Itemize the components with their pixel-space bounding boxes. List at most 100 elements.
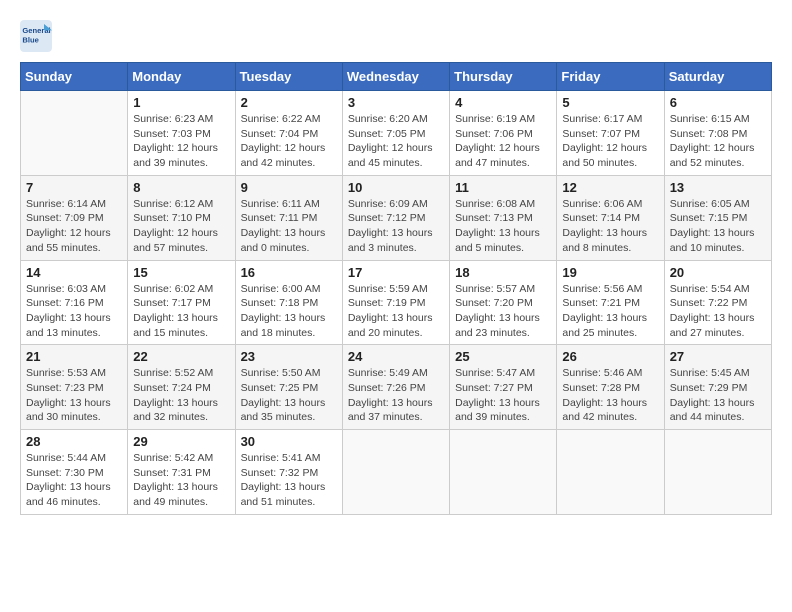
day-number: 23: [241, 349, 337, 364]
weekday-row: SundayMondayTuesdayWednesdayThursdayFrid…: [21, 63, 772, 91]
day-info: Sunrise: 6:09 AM Sunset: 7:12 PM Dayligh…: [348, 197, 444, 256]
day-info: Sunrise: 6:22 AM Sunset: 7:04 PM Dayligh…: [241, 112, 337, 171]
weekday-header-saturday: Saturday: [664, 63, 771, 91]
day-number: 22: [133, 349, 229, 364]
calendar-cell: [557, 430, 664, 515]
weekday-header-wednesday: Wednesday: [342, 63, 449, 91]
calendar-cell: 3Sunrise: 6:20 AM Sunset: 7:05 PM Daylig…: [342, 91, 449, 176]
day-number: 16: [241, 265, 337, 280]
calendar-cell: 14 Sunrise: 6:03 AM Sunset: 7:16 PM Dayli…: [21, 260, 128, 345]
calendar-cell: 30 Sunrise: 5:41 AM Sunset: 7:32 PM Dayli…: [235, 430, 342, 515]
calendar-cell: [450, 430, 557, 515]
day-number: 30: [241, 434, 337, 449]
day-number: 25: [455, 349, 551, 364]
calendar-cell: 19 Sunrise: 5:56 AM Sunset: 7:21 PM Dayli…: [557, 260, 664, 345]
calendar-cell: 18 Sunrise: 5:57 AM Sunset: 7:20 PM Dayli…: [450, 260, 557, 345]
calendar-cell: 22 Sunrise: 5:52 AM Sunset: 7:24 PM Dayli…: [128, 345, 235, 430]
day-number: 5: [562, 95, 658, 110]
day-info: Sunrise: 5:41 AM Sunset: 7:32 PM Dayligh…: [241, 451, 337, 510]
day-info: Sunrise: 6:19 AM Sunset: 7:06 PM Dayligh…: [455, 112, 551, 171]
day-number: 19: [562, 265, 658, 280]
day-info: Sunrise: 5:53 AM Sunset: 7:23 PM Dayligh…: [26, 366, 122, 425]
day-info: Sunrise: 6:08 AM Sunset: 7:13 PM Dayligh…: [455, 197, 551, 256]
day-info: Sunrise: 5:44 AM Sunset: 7:30 PM Dayligh…: [26, 451, 122, 510]
day-info: Sunrise: 6:17 AM Sunset: 7:07 PM Dayligh…: [562, 112, 658, 171]
calendar-cell: [664, 430, 771, 515]
weekday-header-sunday: Sunday: [21, 63, 128, 91]
calendar-cell: 20Sunrise: 5:54 AM Sunset: 7:22 PM Dayli…: [664, 260, 771, 345]
day-number: 12: [562, 180, 658, 195]
calendar-body: 1 Sunrise: 6:23 AM Sunset: 7:03 PM Daylig…: [21, 91, 772, 515]
day-number: 13: [670, 180, 766, 195]
calendar-cell: 24Sunrise: 5:49 AM Sunset: 7:26 PM Dayli…: [342, 345, 449, 430]
day-info: Sunrise: 5:56 AM Sunset: 7:21 PM Dayligh…: [562, 282, 658, 341]
week-row-5: 28 Sunrise: 5:44 AM Sunset: 7:30 PM Dayli…: [21, 430, 772, 515]
logo: General Blue: [20, 20, 56, 52]
day-number: 3: [348, 95, 444, 110]
calendar-cell: 13Sunrise: 6:05 AM Sunset: 7:15 PM Dayli…: [664, 175, 771, 260]
calendar-cell: 11 Sunrise: 6:08 AM Sunset: 7:13 PM Dayli…: [450, 175, 557, 260]
calendar-cell: 6 Sunrise: 6:15 AM Sunset: 7:08 PM Daylig…: [664, 91, 771, 176]
day-number: 24: [348, 349, 444, 364]
day-number: 9: [241, 180, 337, 195]
calendar-cell: 1 Sunrise: 6:23 AM Sunset: 7:03 PM Daylig…: [128, 91, 235, 176]
day-info: Sunrise: 5:45 AM Sunset: 7:29 PM Dayligh…: [670, 366, 766, 425]
calendar-cell: 7Sunrise: 6:14 AM Sunset: 7:09 PM Daylig…: [21, 175, 128, 260]
calendar-cell: 12 Sunrise: 6:06 AM Sunset: 7:14 PM Dayli…: [557, 175, 664, 260]
day-info: Sunrise: 6:02 AM Sunset: 7:17 PM Dayligh…: [133, 282, 229, 341]
calendar-cell: 25 Sunrise: 5:47 AM Sunset: 7:27 PM Dayli…: [450, 345, 557, 430]
week-row-3: 14 Sunrise: 6:03 AM Sunset: 7:16 PM Dayli…: [21, 260, 772, 345]
calendar-cell: 4 Sunrise: 6:19 AM Sunset: 7:06 PM Daylig…: [450, 91, 557, 176]
calendar-cell: 27 Sunrise: 5:45 AM Sunset: 7:29 PM Dayli…: [664, 345, 771, 430]
svg-text:Blue: Blue: [22, 35, 38, 44]
day-info: Sunrise: 5:47 AM Sunset: 7:27 PM Dayligh…: [455, 366, 551, 425]
header: General Blue: [20, 20, 772, 52]
day-number: 27: [670, 349, 766, 364]
weekday-header-tuesday: Tuesday: [235, 63, 342, 91]
calendar-cell: 28 Sunrise: 5:44 AM Sunset: 7:30 PM Dayli…: [21, 430, 128, 515]
weekday-header-friday: Friday: [557, 63, 664, 91]
day-number: 10: [348, 180, 444, 195]
day-info: Sunrise: 6:06 AM Sunset: 7:14 PM Dayligh…: [562, 197, 658, 256]
day-number: 7: [26, 180, 122, 195]
week-row-4: 21 Sunrise: 5:53 AM Sunset: 7:23 PM Dayli…: [21, 345, 772, 430]
day-number: 2: [241, 95, 337, 110]
calendar-cell: 9 Sunrise: 6:11 AM Sunset: 7:11 PM Daylig…: [235, 175, 342, 260]
day-number: 18: [455, 265, 551, 280]
day-info: Sunrise: 5:57 AM Sunset: 7:20 PM Dayligh…: [455, 282, 551, 341]
weekday-header-monday: Monday: [128, 63, 235, 91]
day-info: Sunrise: 6:12 AM Sunset: 7:10 PM Dayligh…: [133, 197, 229, 256]
day-number: 20: [670, 265, 766, 280]
calendar-cell: 23 Sunrise: 5:50 AM Sunset: 7:25 PM Dayli…: [235, 345, 342, 430]
day-number: 21: [26, 349, 122, 364]
day-info: Sunrise: 6:00 AM Sunset: 7:18 PM Dayligh…: [241, 282, 337, 341]
day-number: 11: [455, 180, 551, 195]
day-number: 26: [562, 349, 658, 364]
day-info: Sunrise: 5:42 AM Sunset: 7:31 PM Dayligh…: [133, 451, 229, 510]
day-number: 15: [133, 265, 229, 280]
weekday-header-thursday: Thursday: [450, 63, 557, 91]
day-info: Sunrise: 6:11 AM Sunset: 7:11 PM Dayligh…: [241, 197, 337, 256]
calendar-header: SundayMondayTuesdayWednesdayThursdayFrid…: [21, 63, 772, 91]
calendar-cell: 26Sunrise: 5:46 AM Sunset: 7:28 PM Dayli…: [557, 345, 664, 430]
day-number: 8: [133, 180, 229, 195]
day-number: 14: [26, 265, 122, 280]
day-info: Sunrise: 6:23 AM Sunset: 7:03 PM Dayligh…: [133, 112, 229, 171]
calendar-cell: 21 Sunrise: 5:53 AM Sunset: 7:23 PM Dayli…: [21, 345, 128, 430]
logo-icon: General Blue: [20, 20, 52, 52]
calendar-cell: 29Sunrise: 5:42 AM Sunset: 7:31 PM Dayli…: [128, 430, 235, 515]
calendar-cell: 17Sunrise: 5:59 AM Sunset: 7:19 PM Dayli…: [342, 260, 449, 345]
day-number: 28: [26, 434, 122, 449]
day-number: 6: [670, 95, 766, 110]
calendar-cell: 16 Sunrise: 6:00 AM Sunset: 7:18 PM Dayli…: [235, 260, 342, 345]
calendar: SundayMondayTuesdayWednesdayThursdayFrid…: [20, 62, 772, 515]
day-info: Sunrise: 5:52 AM Sunset: 7:24 PM Dayligh…: [133, 366, 229, 425]
day-number: 4: [455, 95, 551, 110]
day-info: Sunrise: 6:03 AM Sunset: 7:16 PM Dayligh…: [26, 282, 122, 341]
calendar-cell: 10 Sunrise: 6:09 AM Sunset: 7:12 PM Dayli…: [342, 175, 449, 260]
day-info: Sunrise: 6:15 AM Sunset: 7:08 PM Dayligh…: [670, 112, 766, 171]
day-number: 1: [133, 95, 229, 110]
day-number: 17: [348, 265, 444, 280]
day-info: Sunrise: 5:50 AM Sunset: 7:25 PM Dayligh…: [241, 366, 337, 425]
calendar-cell: [342, 430, 449, 515]
